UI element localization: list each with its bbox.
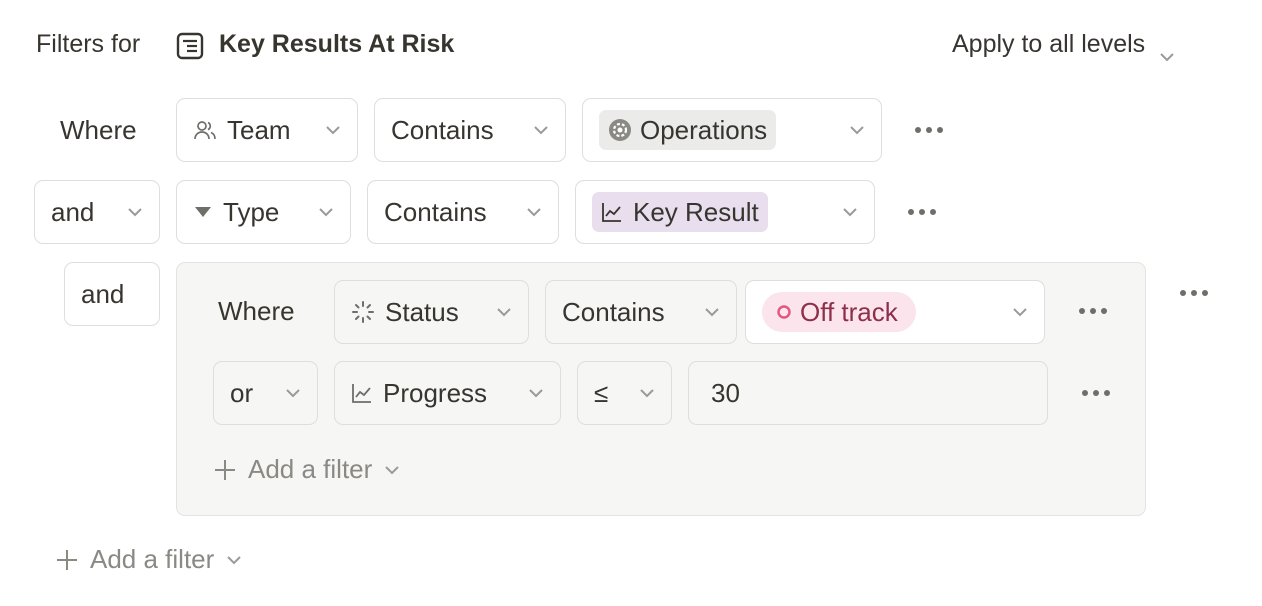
property-label: Progress xyxy=(383,377,488,408)
chart-line-icon xyxy=(601,201,623,223)
chevron-down-icon xyxy=(318,207,334,217)
connector-select-or[interactable]: or xyxy=(213,361,318,425)
chevron-down-icon xyxy=(325,125,341,135)
chevron-down-icon xyxy=(526,207,542,217)
value-label: Off track xyxy=(800,296,898,327)
group-options-button[interactable] xyxy=(1180,290,1208,296)
chevron-down-icon xyxy=(285,388,301,398)
add-filter-button[interactable]: Add a filter xyxy=(56,544,242,575)
off-track-tag: Off track xyxy=(762,292,916,332)
progress-value-input[interactable]: 30 xyxy=(688,361,1048,425)
property-select-type[interactable]: Type xyxy=(176,180,351,244)
connector-label: or xyxy=(230,377,254,408)
plus-icon xyxy=(214,459,236,481)
operator-select[interactable]: Contains xyxy=(374,98,566,162)
filters-for-label: Filters for xyxy=(36,30,141,58)
property-select-status[interactable]: Status xyxy=(334,280,529,344)
gear-icon xyxy=(608,118,632,142)
value-select-off-track[interactable]: Off track xyxy=(745,280,1045,344)
row-options-button[interactable] xyxy=(915,127,943,133)
operator-select[interactable]: Contains xyxy=(545,280,737,344)
circle-outline-icon xyxy=(776,304,792,320)
connector-select-and[interactable]: and xyxy=(34,180,160,244)
chevron-down-icon xyxy=(533,125,549,135)
operator-select[interactable]: ≤ xyxy=(577,361,672,425)
group-connector: and xyxy=(64,262,160,326)
chevron-down-icon xyxy=(842,207,858,217)
apply-to-levels-dropdown[interactable]: Apply to all levels xyxy=(952,30,1175,61)
add-filter-label: Add a filter xyxy=(90,544,215,574)
chevron-down-icon xyxy=(1012,307,1028,317)
plus-icon xyxy=(56,549,78,571)
chevron-down-icon xyxy=(639,388,655,398)
row-options-button[interactable] xyxy=(1079,308,1107,314)
property-label: Team xyxy=(227,114,291,145)
chevron-down-icon xyxy=(226,555,242,565)
connector-label: and xyxy=(81,278,125,309)
property-label: Type xyxy=(223,196,280,227)
operator-label: ≤ xyxy=(594,377,609,408)
connector-label: and xyxy=(51,196,95,227)
people-icon xyxy=(193,118,217,142)
chevron-down-icon xyxy=(127,207,143,217)
operator-select[interactable]: Contains xyxy=(367,180,559,244)
value-text: 30 xyxy=(711,377,740,408)
chart-line-icon xyxy=(351,382,373,404)
chevron-down-icon xyxy=(384,465,400,475)
property-label: Status xyxy=(385,296,459,327)
chevron-down-icon xyxy=(1159,40,1175,61)
key-result-tag: Key Result xyxy=(592,192,768,232)
value-select-operations[interactable]: Operations xyxy=(582,98,882,162)
operations-tag: Operations xyxy=(599,110,777,150)
row-options-button[interactable] xyxy=(908,209,936,215)
apply-label: Apply to all levels xyxy=(952,30,1146,58)
chevron-down-icon xyxy=(704,307,720,317)
operator-label: Contains xyxy=(384,196,487,227)
operator-label: Contains xyxy=(391,114,494,145)
loading-spinner-icon xyxy=(351,300,375,324)
chevron-down-icon xyxy=(528,388,544,398)
property-select-progress[interactable]: Progress xyxy=(334,361,561,425)
triangle-down-icon xyxy=(193,205,213,219)
property-select-team[interactable]: Team xyxy=(176,98,358,162)
where-connector: Where xyxy=(218,296,295,326)
value-label: Operations xyxy=(640,114,768,145)
view-title: Key Results At Risk xyxy=(219,30,455,58)
value-select-key-result[interactable]: Key Result xyxy=(575,180,875,244)
group-add-filter-button[interactable]: Add a filter xyxy=(214,454,400,485)
chevron-down-icon xyxy=(496,307,512,317)
row-options-button[interactable] xyxy=(1082,390,1110,396)
operator-label: Contains xyxy=(562,296,665,327)
chevron-down-icon xyxy=(849,125,865,135)
add-filter-label: Add a filter xyxy=(248,454,373,484)
list-view-icon xyxy=(176,31,204,61)
value-label: Key Result xyxy=(633,196,759,227)
where-connector: Where xyxy=(60,115,137,145)
